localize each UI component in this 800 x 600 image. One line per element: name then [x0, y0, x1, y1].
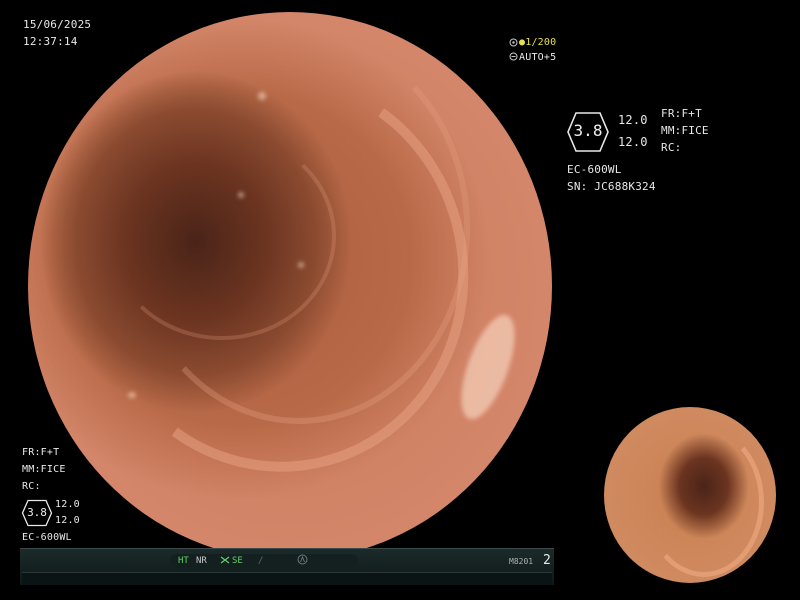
main-endoscope-view	[28, 12, 552, 560]
circle-a-icon	[297, 554, 308, 565]
auto-exposure-icon	[509, 52, 518, 61]
rc-readout: RC:	[661, 141, 682, 154]
shutter-icon	[509, 38, 518, 47]
mucosal-fold	[644, 427, 764, 577]
frame-mode: FR:F+T	[661, 107, 702, 120]
magnification-value: 3.8	[573, 121, 603, 140]
page-number: 2	[543, 553, 551, 568]
image-mode: MM:FICE	[661, 124, 709, 137]
enhance-level-a: 12.0	[618, 113, 648, 127]
time-readout: 12:37:14	[23, 35, 78, 48]
magnification-value-left: 3.8	[27, 506, 47, 519]
specular-highlight	[238, 192, 244, 198]
se-indicator: SE	[232, 556, 243, 566]
device-code: M8201	[509, 557, 534, 566]
status-bar-lower	[22, 572, 552, 585]
nr-indicator: NR	[196, 556, 207, 566]
slash-indicator: ∕	[258, 556, 264, 566]
auto-exposure: AUTO+5	[519, 52, 557, 63]
frame-mode-left: FR:F+T	[22, 447, 60, 458]
se-icon	[220, 556, 230, 564]
shutter-speed: ●1/200	[519, 37, 557, 48]
specular-highlight	[258, 92, 266, 100]
rc-readout-left: RC:	[22, 481, 41, 492]
ht-indicator: HT	[178, 556, 189, 566]
date-readout: 15/06/2025	[23, 18, 92, 31]
enhance-level-b-left: 12.0	[55, 515, 80, 526]
mucosal-fold	[108, 132, 336, 340]
thumbnail-endoscope-view	[604, 407, 776, 583]
enhance-level-a-left: 12.0	[55, 499, 80, 510]
scope-serial: SN: JC688K324	[567, 180, 656, 193]
scope-model: EC-600WL	[567, 163, 622, 176]
enhance-level-b: 12.0	[618, 135, 648, 149]
specular-highlight	[128, 392, 136, 398]
specular-highlight	[298, 262, 304, 268]
scope-model-left: EC-600WL	[22, 532, 72, 543]
image-mode-left: MM:FICE	[22, 464, 66, 475]
